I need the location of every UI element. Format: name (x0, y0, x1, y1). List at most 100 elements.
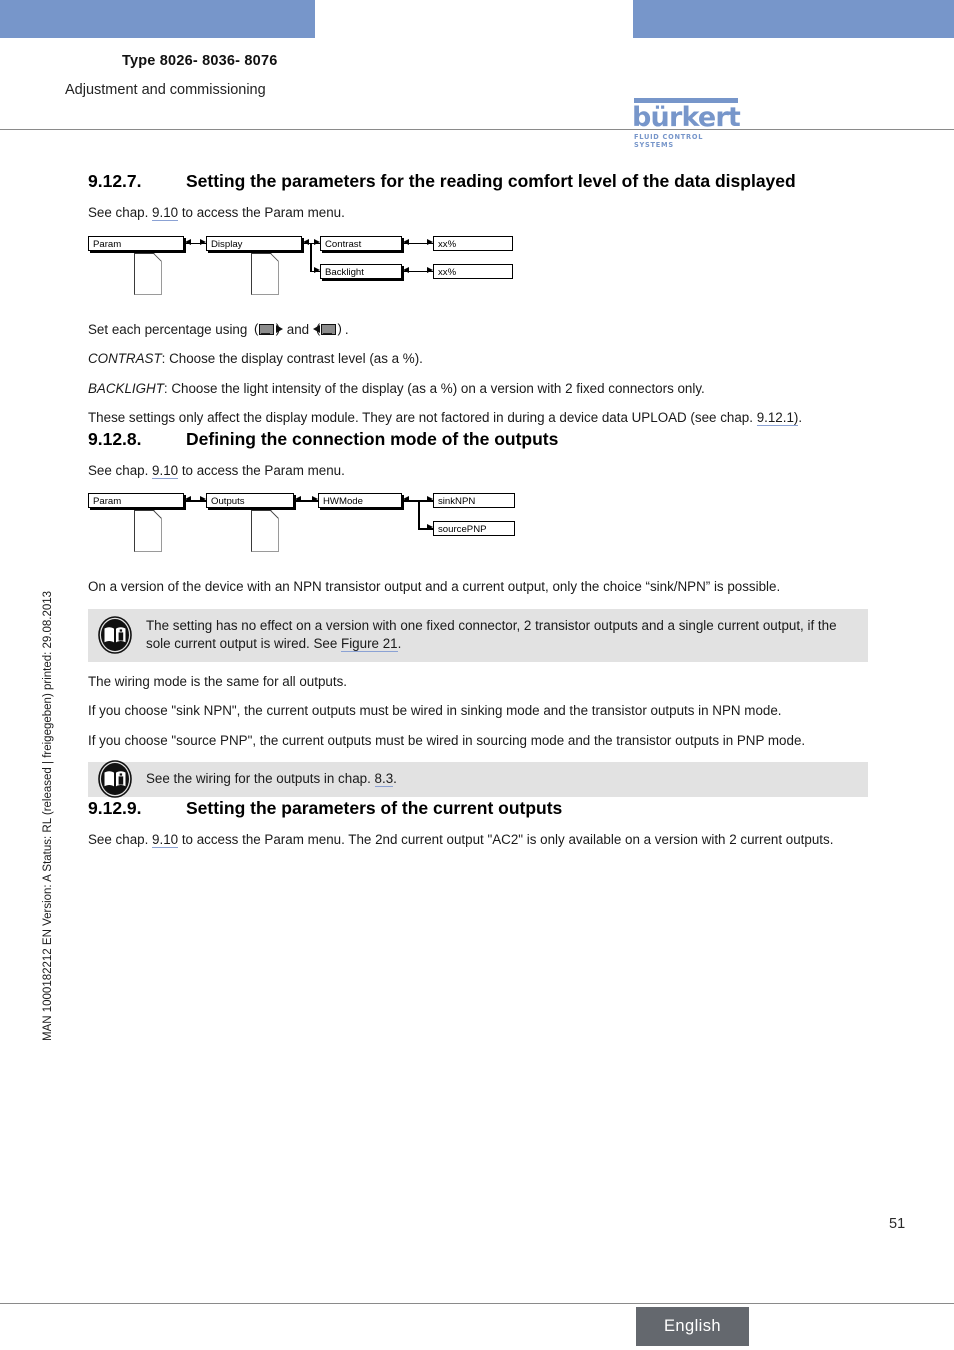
arrow-right-outputs (200, 496, 206, 503)
backlight-description: : Choose the light intensity of the disp… (163, 380, 705, 396)
section-title: Setting the parameters of the current ou… (186, 797, 563, 818)
arrow-left-param (185, 238, 191, 245)
chapter-link-9-12-1[interactable]: 9.12.1) (756, 410, 799, 426)
intro-text-pre: See chap. (88, 205, 153, 220)
paragraph-intro-9-12-9: See chap. 9.10 to access the Param menu.… (88, 831, 868, 850)
connector-branch-vertical (310, 242, 312, 271)
paragraph-intro-9-12-8: See chap. 9.10 to access the Param menu. (88, 462, 868, 481)
next-key-icon: () (252, 321, 284, 337)
menu-box-param: Param (88, 235, 184, 251)
document-subtitle: Adjustment and commissioning (65, 82, 266, 98)
set-percentage-pre: Set each percentage using (88, 321, 252, 337)
arrow-right-display (200, 238, 206, 245)
language-badge: English (636, 1307, 749, 1346)
arrow-left-contrast (403, 238, 409, 245)
section-number: 9.12.7. (88, 171, 142, 191)
chapter-link-8-3[interactable]: 8.3 (374, 771, 394, 787)
paragraph-contrast: CONTRAST: Choose the display contrast le… (88, 350, 868, 369)
margin-document-metadata: MAN 1000182212 EN Version: A Status: RL … (42, 590, 54, 1041)
contrast-description: : Choose the display contrast level (as … (161, 351, 423, 366)
arrow-right-hwmode (312, 496, 318, 503)
menu-box-display: Display (206, 235, 302, 251)
page-icon-outputs (251, 510, 279, 552)
section-heading-9-12-7: 9.12.7. Setting the parameters for the r… (88, 170, 868, 193)
arrow-right-contrast-value (427, 238, 433, 245)
paragraph-npn-note: On a version of the device with an NPN t… (88, 579, 781, 594)
figure-link-21[interactable]: Figure 21 (341, 636, 398, 652)
menu-flow-diagram-outputs: Param Outputs HWMode sinkNPN sourcePNP (88, 489, 868, 567)
menu-box-contrast: Contrast (320, 235, 402, 251)
arrow-left-param (185, 496, 191, 503)
intro-text-post: to access the Param menu. (178, 462, 345, 478)
note-box-setting-no-effect: The setting has no effect on a version w… (88, 608, 868, 662)
chapter-link-9-10[interactable]: 9.10 (152, 831, 179, 848)
arrow-right-contrast (314, 238, 320, 245)
info-manual-icon (98, 616, 132, 654)
page-icon-display (251, 252, 279, 295)
header-accent-bar-right (633, 0, 954, 38)
info-manual-icon (98, 760, 132, 799)
menu-flow-diagram-display: Param Display Contrast xx% Backlight xx% (88, 232, 868, 310)
arrow-right-backlight (314, 266, 320, 273)
paragraph-intro-9-12-7: See chap. 9.10 to access the Param menu. (88, 204, 868, 223)
menu-box-backlight: Backlight (320, 263, 402, 279)
paragraph-sink-npn: If you choose "sink NPN", the current ou… (88, 703, 782, 718)
logo-tagline: FLUID CONTROL SYSTEMS (634, 133, 704, 149)
section-number: 9.12.8. (88, 428, 142, 449)
arrow-left-outputs (295, 496, 301, 503)
note-text: See the wiring for the outputs in chap. … (146, 770, 858, 789)
section-heading-9-12-9: 9.12.9. Setting the parameters of the cu… (88, 797, 868, 820)
page-number: 51 (889, 1216, 906, 1232)
menu-box-backlight-value: xx% (433, 263, 513, 279)
menu-box-sinknpn: sinkNPN (433, 493, 515, 508)
upload-note-pre: These settings only affect the display m… (88, 410, 757, 425)
arrow-left-backlight (403, 266, 409, 273)
paragraph-source-pnp: If you choose "source PNP", the current … (88, 732, 806, 748)
section-number: 9.12.9. (88, 797, 142, 818)
footer-divider (0, 1303, 954, 1304)
paragraph-wiring-mode-same: The wiring mode is the same for all outp… (88, 673, 348, 689)
arrow-left-hwmode (403, 496, 409, 503)
paragraph-upload-note: These settings only affect the display m… (88, 409, 868, 428)
intro-text-post: to access the Param menu. (178, 205, 345, 220)
paragraph-backlight: BACKLIGHT: Choose the light intensity of… (88, 380, 868, 399)
set-percentage-post: . (344, 321, 349, 337)
contrast-term: CONTRAST (88, 351, 162, 366)
note-text-post: . (397, 636, 402, 651)
menu-box-param: Param (88, 493, 184, 508)
document-type-title: Type 8026- 8036- 8076 (122, 53, 278, 69)
previous-key-icon: () (312, 321, 344, 337)
note-text-post: . (393, 771, 397, 786)
upload-note-post: . (798, 410, 803, 425)
header-accent-bar-left (0, 0, 315, 38)
backlight-term: BACKLIGHT (88, 380, 164, 396)
section-title: Setting the parameters for the reading c… (186, 171, 796, 191)
page-icon-param (134, 252, 162, 295)
note-text-pre: The setting has no effect on a version w… (146, 617, 837, 652)
arrow-right-sourcepnp (427, 524, 433, 531)
menu-box-sourcepnp: sourcePNP (433, 521, 515, 536)
arrow-right-backlight-value (427, 266, 433, 273)
arrow-right-sinknpn (427, 496, 433, 503)
page-header: Type 8026- 8036- 8076 Adjustment and com… (0, 38, 954, 149)
logo-wordmark: bürkert (632, 102, 741, 133)
language-label: English (664, 1317, 721, 1335)
intro-text-post: to access the Param menu. The 2nd curren… (178, 831, 834, 847)
note-text-pre: See the wiring for the outputs in chap. (146, 771, 375, 786)
intro-text-pre: See chap. (88, 831, 153, 847)
burkert-logo: bürkert FLUID CONTROL SYSTEMS (632, 98, 742, 149)
chapter-link-9-10[interactable]: 9.10 (152, 205, 179, 221)
menu-box-hwmode: HWMode (318, 493, 402, 508)
menu-box-contrast-value: xx% (433, 235, 513, 251)
page-icon-param (134, 510, 162, 552)
note-text: The setting has no effect on a version w… (146, 617, 858, 654)
set-percentage-mid: and (283, 321, 313, 337)
intro-text-pre: See chap. (88, 462, 153, 478)
arrow-left-display (303, 238, 309, 245)
connector-branch-vertical (418, 500, 420, 528)
chapter-link-9-10[interactable]: 9.10 (152, 462, 179, 479)
paragraph-set-percentage: Set each percentage using () and (). (88, 321, 868, 340)
menu-box-outputs: Outputs (206, 493, 294, 508)
section-title: Defining the connection mode of the outp… (186, 428, 559, 449)
section-heading-9-12-8: 9.12.8. Defining the connection mode of … (88, 428, 868, 451)
